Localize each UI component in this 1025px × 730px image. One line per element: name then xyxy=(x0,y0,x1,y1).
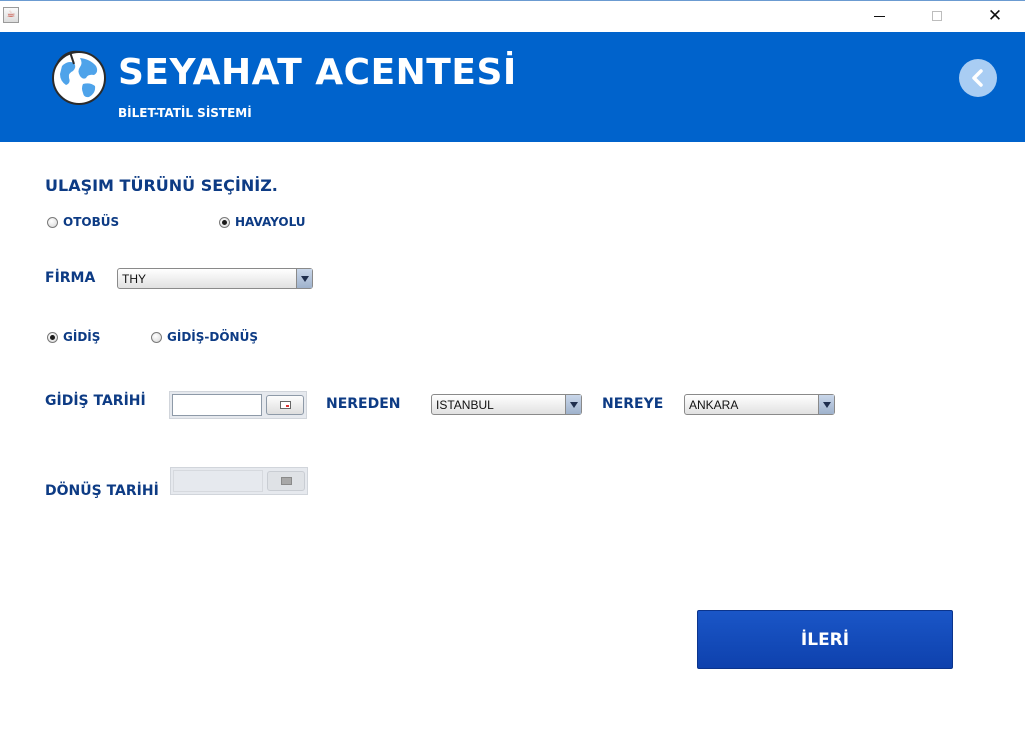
radio-airline-indicator[interactable] xyxy=(219,216,230,228)
radio-bus-label: OTOBÜS xyxy=(63,215,120,229)
radio-one-way[interactable]: GİDİŞ xyxy=(47,330,100,344)
from-select[interactable]: ISTANBUL xyxy=(431,394,582,415)
transport-type-title: ULAŞIM TÜRÜNÜ SEÇİNİZ. xyxy=(45,176,278,195)
globe-icon xyxy=(52,50,106,105)
chevron-left-icon xyxy=(972,69,983,87)
chevron-down-icon[interactable] xyxy=(565,395,581,414)
calendar-icon xyxy=(280,477,292,485)
radio-one-way-indicator[interactable] xyxy=(47,331,58,343)
radio-one-way-label: GİDİŞ xyxy=(63,330,101,344)
radio-bus[interactable]: OTOBÜS xyxy=(47,215,119,229)
company-label: FİRMA xyxy=(45,270,96,286)
to-select-value: ANKARA xyxy=(689,397,739,412)
departure-date-input[interactable] xyxy=(172,394,262,416)
chevron-down-icon[interactable] xyxy=(296,269,312,288)
return-calendar-button[interactable] xyxy=(267,471,305,491)
chevron-down-icon[interactable] xyxy=(818,395,834,414)
app-subtitle: BİLET-TATİL SİSTEMİ xyxy=(118,106,252,120)
calendar-icon xyxy=(279,401,291,409)
departure-calendar-button[interactable] xyxy=(266,395,304,415)
from-label: NEREDEN xyxy=(326,396,401,412)
departure-date-label: GİDİŞ TARİHİ xyxy=(45,393,146,409)
maximize-button[interactable] xyxy=(914,1,960,31)
to-select[interactable]: ANKARA xyxy=(684,394,835,415)
close-icon: ✕ xyxy=(987,5,1003,26)
return-date-picker[interactable] xyxy=(170,467,308,495)
window-title-bar: ☕ ✕ xyxy=(0,0,1025,31)
radio-airline-label: HAVAYOLU xyxy=(235,215,306,229)
to-label: NEREYE xyxy=(602,396,664,412)
company-select-value: THY xyxy=(122,271,146,286)
company-select[interactable]: THY xyxy=(117,268,313,289)
radio-round-trip[interactable]: GİDİŞ-DÖNÜŞ xyxy=(151,330,258,344)
radio-bus-indicator[interactable] xyxy=(47,216,58,228)
app-title: SEYAHAT ACENTESİ xyxy=(118,52,517,93)
departure-date-picker[interactable] xyxy=(169,391,307,419)
radio-airline[interactable]: HAVAYOLU xyxy=(219,215,306,229)
minimize-icon xyxy=(873,15,885,17)
radio-round-trip-label: GİDİŞ-DÖNÜŞ xyxy=(167,330,258,344)
next-button[interactable]: İLERİ xyxy=(697,610,953,669)
return-date-input[interactable] xyxy=(173,470,263,492)
java-app-icon[interactable]: ☕ xyxy=(3,7,19,23)
back-button[interactable] xyxy=(959,59,997,97)
minimize-button[interactable] xyxy=(856,1,902,31)
from-select-value: ISTANBUL xyxy=(436,397,494,412)
maximize-icon xyxy=(932,11,942,21)
close-button[interactable]: ✕ xyxy=(972,1,1018,31)
return-date-label: DÖNÜŞ TARİHİ xyxy=(45,483,159,499)
radio-round-trip-indicator[interactable] xyxy=(151,331,162,343)
